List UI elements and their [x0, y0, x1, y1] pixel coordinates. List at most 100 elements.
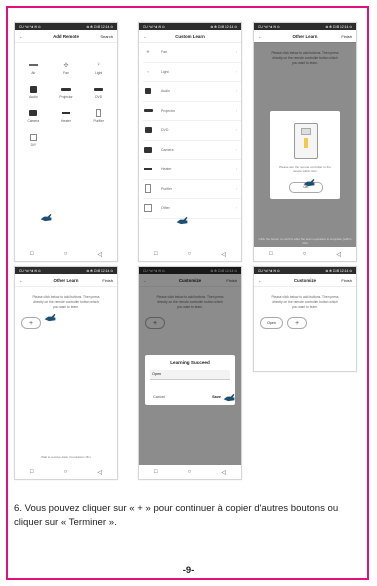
android-nav-bar: □ ○ ◁: [139, 465, 241, 479]
status-bar: CU *ul *ul ✉ ⊙ ⊗ ✻ ⊡ ⊞ 12:14 ⊙: [254, 23, 356, 30]
page-number: -9-: [182, 565, 195, 576]
recent-apps-icon[interactable]: □: [269, 251, 273, 257]
projector-icon: [60, 85, 71, 93]
instruction-text: Please click below to add buttons. Then …: [271, 295, 339, 309]
save-button[interactable]: Save: [212, 395, 221, 399]
instruction-caption: 6. Vous pouvez cliquer sur « + » pour co…: [14, 503, 339, 528]
projector-icon: [143, 109, 153, 113]
fan-icon: ✣: [146, 50, 150, 55]
phone-add-remote: CU *ul *ul ✉ ⊙ ⊗ ✻ ⊡ ⊞ 12:14 ⊙ ← Add Remo…: [14, 22, 118, 262]
heater-icon: [143, 168, 153, 171]
modal-text: Please aim the remote controller to the …: [279, 165, 331, 174]
device-dvd[interactable]: DVD: [82, 85, 115, 99]
add-button-wrapper: +: [21, 317, 41, 329]
device-diy[interactable]: DIY: [17, 133, 50, 147]
status-bar: CU *ul *ul ✉ ⊙ ⊗ ✻ ⊡ ⊞ 12:14 ⊙: [15, 267, 117, 274]
open-button[interactable]: Open: [260, 317, 283, 329]
add-button[interactable]: +: [21, 317, 41, 329]
back-button[interactable]: ←: [19, 278, 23, 283]
diy-icon: [28, 133, 38, 141]
back-button[interactable]: ←: [143, 34, 147, 39]
device-light[interactable]: ♀ Light: [82, 61, 115, 75]
device-projector[interactable]: Projector: [50, 85, 83, 99]
button-name-input[interactable]: Open: [150, 370, 230, 380]
list-item-audio[interactable]: Audio ›: [143, 82, 241, 102]
hand-pointer-icon: [44, 313, 56, 322]
light-icon: ♀: [96, 62, 101, 68]
back-nav-icon[interactable]: ◁: [97, 469, 102, 476]
device-grid: Air ✣ Fan ♀ Light Audio Projector DVD Ca…: [15, 43, 117, 147]
dialog-title: Learning Succeed: [170, 360, 210, 365]
back-button[interactable]: ←: [143, 278, 147, 283]
home-icon[interactable]: ○: [188, 469, 192, 475]
list-item-other[interactable]: Other ›: [143, 199, 241, 219]
recent-apps-icon[interactable]: □: [30, 251, 34, 257]
home-icon[interactable]: ○: [188, 251, 192, 257]
back-nav-icon[interactable]: ◁: [97, 251, 102, 258]
finish-button[interactable]: Finish: [226, 278, 237, 283]
hand-pointer-icon: [223, 393, 235, 402]
phone-learning-succeed: CU *ul *ul ✉ ⊙ ⊗ ✻ ⊡ ⊞ 12:14 ⊙ ← Customiz…: [138, 266, 242, 480]
dvd-icon: [94, 85, 104, 93]
hand-pointer-icon: [303, 178, 315, 187]
finish-button[interactable]: Finish: [102, 278, 113, 283]
footer-hint: Click the button to confirm after the le…: [258, 237, 352, 245]
list-item-dvd[interactable]: DVD ›: [143, 121, 241, 141]
recent-apps-icon[interactable]: □: [30, 469, 34, 475]
back-nav-icon[interactable]: ◁: [336, 251, 341, 258]
hand-pointer-icon: [176, 216, 188, 225]
search-button[interactable]: Search: [100, 34, 113, 39]
finish-button[interactable]: Finish: [341, 34, 352, 39]
device-list: ✣ Fan › ♀ Light › Audio › Projector › DVD › Cam…: [139, 43, 241, 219]
device-purifier[interactable]: Purifier: [82, 109, 115, 123]
recent-apps-icon[interactable]: □: [154, 251, 158, 257]
device-heater[interactable]: Heater: [50, 109, 83, 123]
recent-apps-icon[interactable]: □: [154, 469, 158, 475]
device-audio[interactable]: Audio: [17, 85, 50, 99]
camera-icon: [143, 146, 153, 153]
phone-other-learn-modal: CU *ul *ul ✉ ⊙ ⊗ ✻ ⊡ ⊞ 12:14 ⊙ ← Other Le…: [253, 22, 357, 262]
button-row: Open +: [260, 317, 307, 329]
purifier-icon: [94, 109, 104, 117]
header: ← Other Learn Finish: [15, 274, 117, 287]
phone-customize-result: CU *ul *ul ✉ ⊙ ⊗ ✻ ⊡ ⊞ 12:14 ⊙ ← Customiz…: [253, 266, 357, 372]
android-nav-bar: □ ○ ◁: [15, 465, 117, 479]
list-item-heater[interactable]: Heater ›: [143, 160, 241, 180]
header: ← Add Remote Search: [15, 30, 117, 43]
back-button[interactable]: ←: [258, 34, 262, 39]
phone-custom-learn: CU *ul *ul ✉ ⊙ ⊗ ✻ ⊡ ⊞ 12:14 ⊙ ← Custom L…: [138, 22, 242, 262]
audio-icon: [28, 85, 38, 93]
back-nav-icon[interactable]: ◁: [221, 469, 226, 476]
cancel-button[interactable]: Cancel: [153, 395, 165, 399]
device-fan[interactable]: ✣ Fan: [50, 61, 83, 76]
remote-illustration: [294, 123, 318, 159]
dvd-icon: [143, 127, 153, 134]
purifier-icon: [143, 184, 153, 194]
camera-icon: [28, 109, 38, 117]
list-item-fan[interactable]: ✣ Fan ›: [143, 43, 241, 63]
android-nav-bar: □ ○ ◁: [15, 247, 117, 261]
device-camera[interactable]: Camera: [17, 109, 50, 123]
instruction-text: Please click below to add buttons. Then …: [32, 295, 100, 309]
back-nav-icon[interactable]: ◁: [221, 251, 226, 258]
device-air[interactable]: Air: [17, 61, 50, 75]
air-conditioner-icon: [28, 61, 38, 69]
back-button[interactable]: ←: [258, 278, 262, 283]
light-icon: ♀: [146, 69, 150, 74]
add-button[interactable]: +: [287, 317, 307, 329]
finish-button[interactable]: Finish: [341, 278, 352, 283]
home-icon[interactable]: ○: [64, 251, 68, 257]
list-item-purifier[interactable]: Purifier ›: [143, 180, 241, 199]
countdown-text: Wait to receive data. Countdown 18 s: [41, 455, 91, 459]
home-icon[interactable]: ○: [303, 251, 307, 257]
list-item-projector[interactable]: Projector ›: [143, 102, 241, 121]
heater-icon: [61, 109, 71, 117]
screen-title: Custom Learn: [175, 33, 205, 39]
back-button[interactable]: ←: [19, 34, 23, 39]
list-item-camera[interactable]: Camera ›: [143, 141, 241, 160]
hand-pointer-icon: [40, 213, 52, 222]
status-bar: CU *ul *ul ✉ ⊙ ⊗ ✻ ⊡ ⊞ 12:14 ⊙: [139, 23, 241, 30]
list-item-light[interactable]: ♀ Light ›: [143, 63, 241, 82]
home-icon[interactable]: ○: [64, 469, 68, 475]
header: ← Custom Learn: [139, 30, 241, 43]
